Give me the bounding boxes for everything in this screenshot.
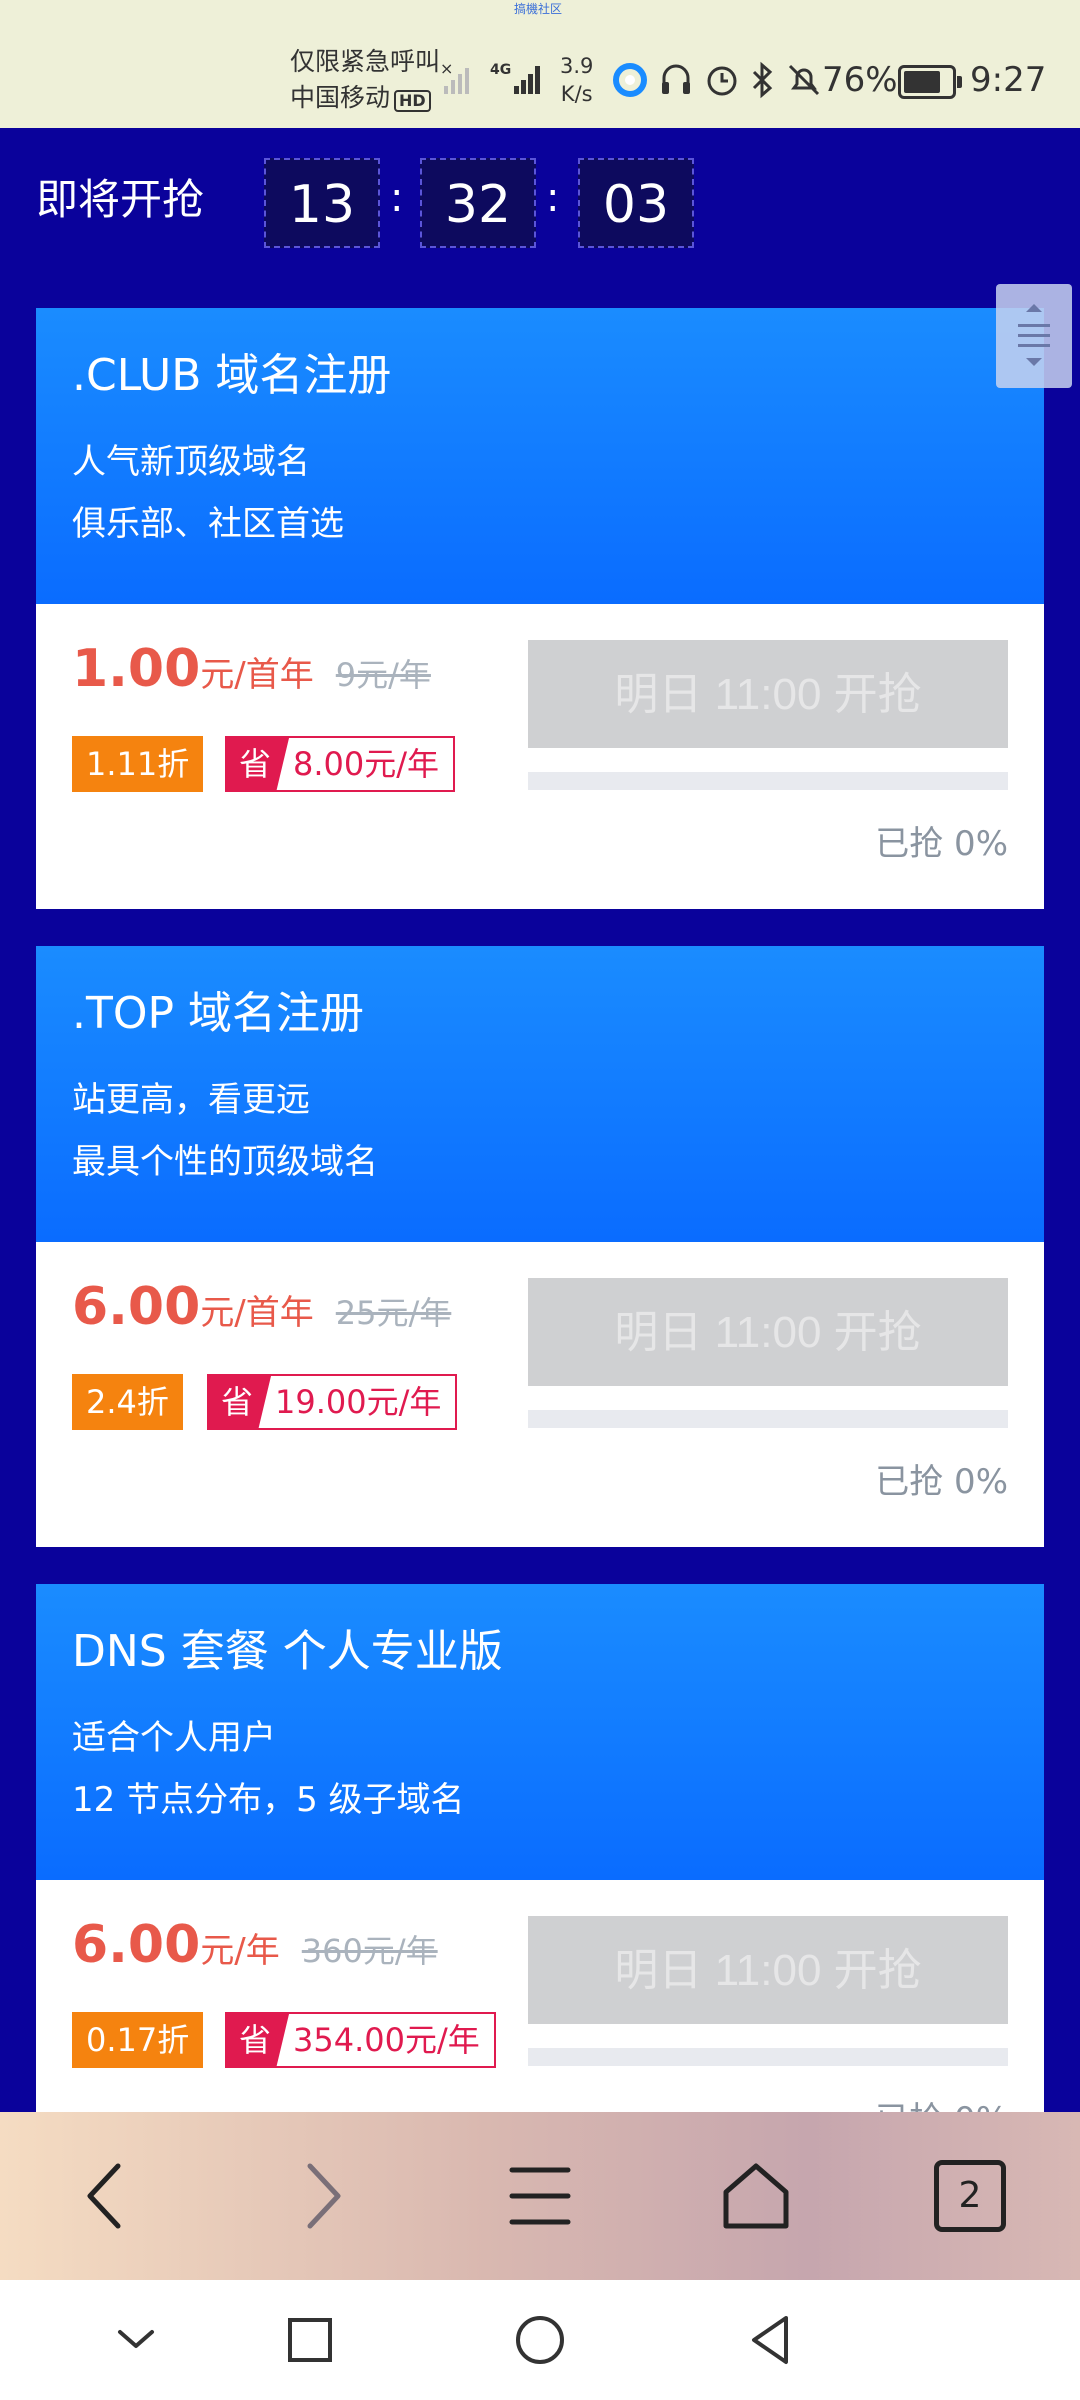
card-subtitle: 适合个人用户 [72,1718,276,1758]
savings-tag: 省 [227,738,290,790]
card-subtitle: 俱乐部、社区首选 [72,504,344,544]
savings-badge: 省 354.00元/年 [225,2012,496,2068]
browser-toolbar: 2 [0,2112,1080,2280]
browser-icon [613,63,647,97]
watermark: 搞機社区 [514,2,563,16]
original-price: 9元/年 [335,656,431,694]
savings-amount: 354.00元/年 [293,2021,480,2059]
grabbed-percent: 已抢 0% [875,824,1008,864]
status-icons [610,58,824,102]
progress-bar [528,1410,1008,1428]
price-line: 6.00元/年 360元/年 [72,1910,438,1992]
savings-tag: 省 [227,2014,290,2066]
discount-badge: 0.17折 [72,2012,204,2068]
battery-percent: 76% [822,60,898,100]
card-header: .CLUB 域名注册 人气新顶级域名 俱乐部、社区首选 [36,308,1044,604]
card-subtitle: 站更高，看更远 [72,1080,310,1120]
tabs-icon[interactable]: 2 [934,2160,1006,2232]
original-price: 360元/年 [301,1932,438,1970]
hd-badge: HD [394,90,431,112]
home-icon[interactable] [716,2156,796,2236]
carrier-info: 仅限紧急呼叫 中国移动 HD [290,44,440,116]
card-subtitle: 最具个性的顶级域名 [72,1142,378,1182]
progress-bar [528,2048,1008,2066]
product-card-dns: DNS 套餐 个人专业版 适合个人用户 12 节点分布，5 级子域名 6.00元… [36,1584,1044,2185]
card-header: DNS 套餐 个人专业版 适合个人用户 12 节点分布，5 级子域名 [36,1584,1044,1880]
collapse-icon[interactable] [106,2310,166,2370]
countdown-seconds: 03 [578,158,694,248]
card-subtitle: 人气新顶级域名 [72,442,310,482]
no-signal-icon: × [440,59,469,94]
grab-button[interactable]: 明日 11:00 开抢 [528,1916,1008,2024]
grabbed-percent: 已抢 0% [875,1462,1008,1502]
price-line: 1.00元/首年 9元/年 [72,634,431,716]
carrier-name: 中国移动 [290,83,391,112]
price-value: 6.00 [72,1277,201,1337]
menu-icon[interactable] [500,2156,580,2236]
countdown-hours: 13 [264,158,380,248]
mute-icon [788,64,820,96]
savings-amount: 8.00元/年 [293,745,440,783]
status-bar: 搞機社区 仅限紧急呼叫 中国移动 HD × 4G 3.9 K/s 76% 9:27 [0,0,1080,128]
grab-button[interactable]: 明日 11:00 开抢 [528,1278,1008,1386]
grab-button[interactable]: 明日 11:00 开抢 [528,640,1008,748]
countdown-minutes: 32 [420,158,536,248]
card-title: DNS 套餐 个人专业版 [72,1626,503,1677]
price-unit: 元/首年 [200,655,314,695]
progress-bar [528,772,1008,790]
network-speed-value: 3.9 [560,54,594,78]
scroll-handle[interactable] [996,284,1072,388]
signal-4g-icon: 4G [490,62,540,94]
discount-badge: 1.11折 [72,736,204,792]
alarm-icon [707,66,737,96]
countdown-separator: : [546,175,560,221]
price-value: 1.00 [72,639,201,699]
countdown-label: 即将开抢 [36,175,205,224]
headset-icon [662,64,690,94]
countdown-separator: : [390,175,404,221]
card-title: .CLUB 域名注册 [72,350,392,401]
price-unit: 元/年 [200,1931,280,1971]
discount-badge: 2.4折 [72,1374,183,1430]
battery-icon [898,65,962,99]
card-subtitle: 12 节点分布，5 级子域名 [72,1780,465,1820]
recents-icon[interactable] [280,2310,340,2370]
card-header: .TOP 域名注册 站更高，看更远 最具个性的顶级域名 [36,946,1044,1242]
network-speed: 3.9 K/s [560,52,593,108]
svg-text:×: × [440,59,453,78]
savings-amount: 19.00元/年 [275,1383,442,1421]
svg-text:4G: 4G [490,62,511,78]
home-circle-icon[interactable] [510,2310,570,2370]
network-speed-unit: K/s [560,82,593,106]
card-title: .TOP 域名注册 [72,988,365,1039]
back-triangle-icon[interactable] [740,2310,800,2370]
system-navigation-bar [0,2280,1080,2400]
price-value: 6.00 [72,1915,201,1975]
scroll-arrows-icon [1018,304,1050,366]
back-icon[interactable] [66,2156,146,2236]
clock: 9:27 [970,60,1047,100]
bluetooth-icon [752,61,773,99]
savings-badge: 省 19.00元/年 [207,1374,458,1430]
card-body: 1.00元/首年 9元/年 1.11折 省 8.00元/年 明日 11:00 开抢 … [36,604,1044,909]
savings-tag: 省 [209,1376,272,1428]
price-unit: 元/首年 [200,1293,314,1333]
countdown-timer: 即将开抢 13 : 32 : 03 [0,128,1080,308]
product-card-club: .CLUB 域名注册 人气新顶级域名 俱乐部、社区首选 1.00元/首年 9元/年… [36,308,1044,909]
savings-badge: 省 8.00元/年 [225,736,456,792]
price-line: 6.00元/首年 25元/年 [72,1272,451,1354]
emergency-only-text: 仅限紧急呼叫 [290,47,441,76]
card-body: 6.00元/首年 25元/年 2.4折 省 19.00元/年 明日 11:00 开抢… [36,1242,1044,1547]
product-card-top: .TOP 域名注册 站更高，看更远 最具个性的顶级域名 6.00元/首年 25元/… [36,946,1044,1547]
original-price: 25元/年 [335,1294,452,1332]
forward-icon[interactable] [282,2156,362,2236]
